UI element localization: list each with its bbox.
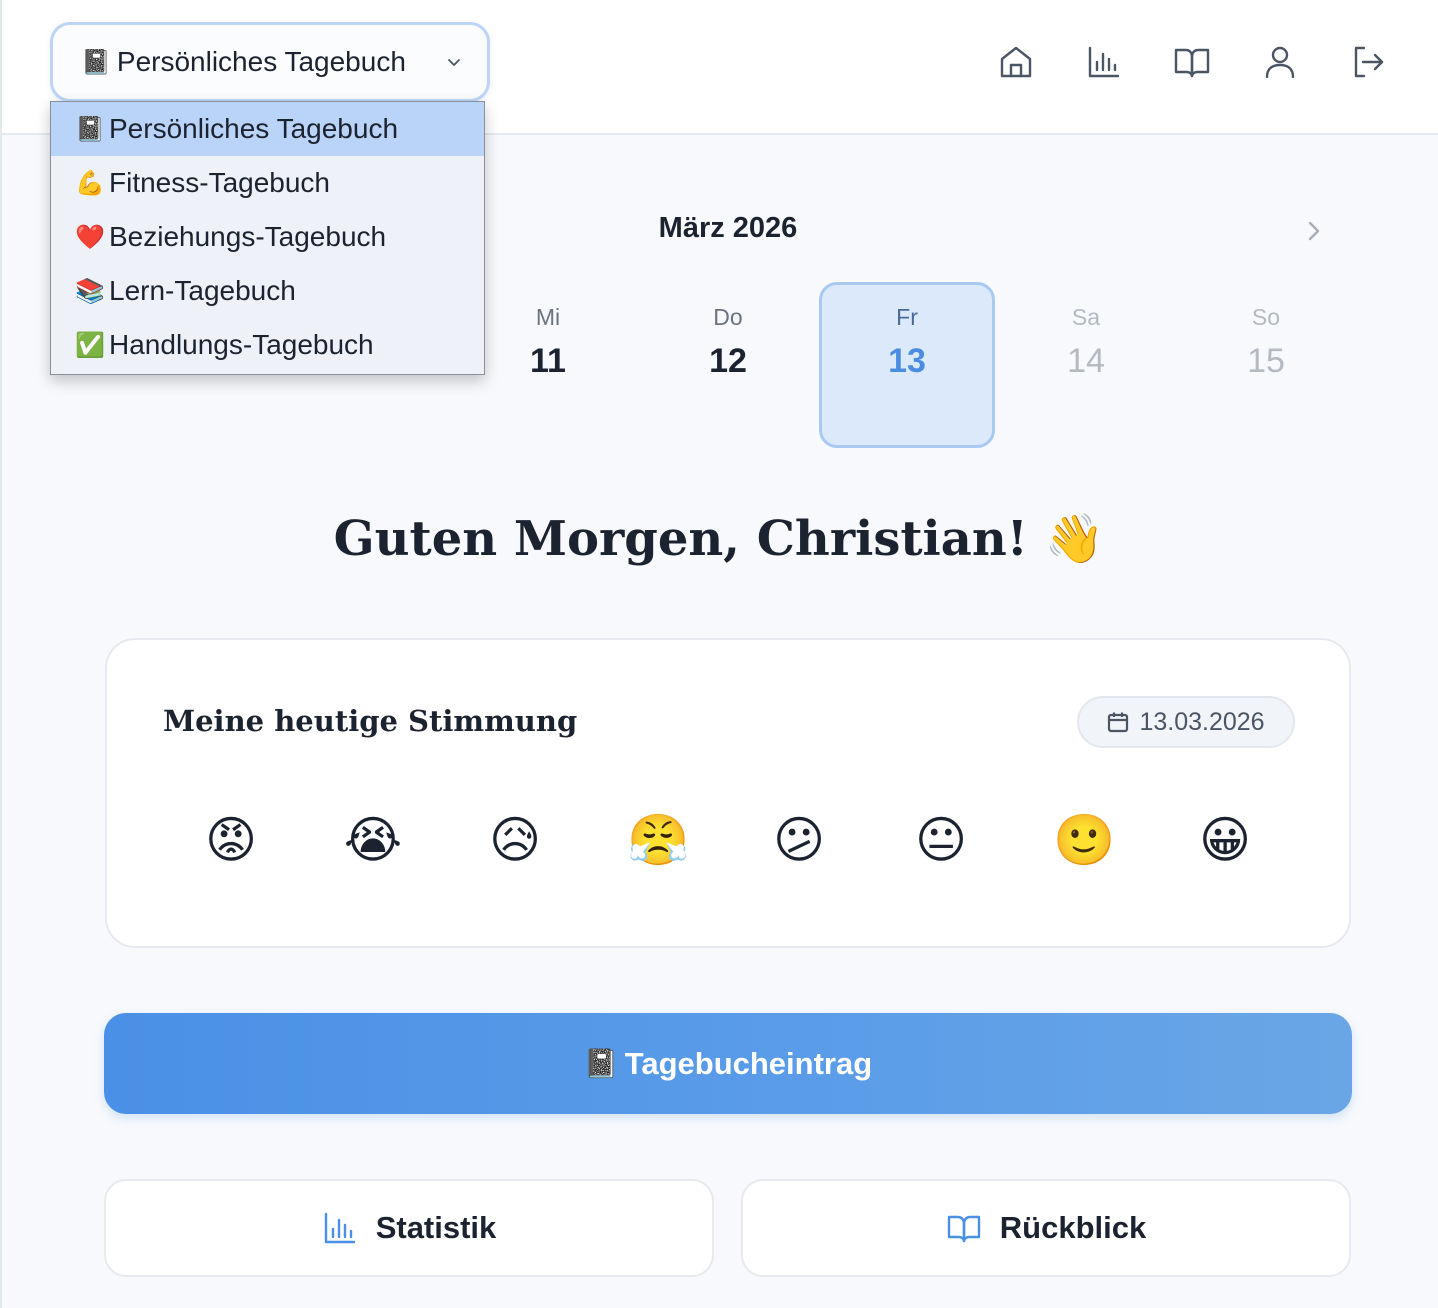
home-icon — [1000, 46, 1032, 78]
notebook-icon: 📓 — [81, 48, 111, 76]
day-wednesday[interactable]: Mi 11 — [460, 282, 636, 448]
books-icon: 📚 — [75, 277, 105, 305]
main-nav — [994, 40, 1390, 84]
mood-angry-icon[interactable]: 😡 — [201, 810, 261, 870]
next-month-button[interactable] — [1300, 215, 1328, 247]
day-number: 11 — [530, 342, 566, 380]
day-of-week: Mi — [535, 304, 561, 330]
day-number: 13 — [888, 342, 926, 380]
journal-dropdown: 📓 Persönliches Tagebuch 💪 Fitness-Tagebu… — [50, 101, 485, 375]
check-mark-icon: ✅ — [75, 331, 105, 359]
mood-content-icon[interactable]: 🙂 — [1053, 810, 1115, 870]
greeting-heading: Guten Morgen, Christian! 👋 — [333, 511, 1105, 567]
nav-statistics[interactable] — [1082, 40, 1126, 84]
statistics-label: Statistik — [375, 1210, 497, 1245]
chevron-down-icon — [448, 59, 460, 66]
mood-options: 😡 😭 😥 😤 😕 😐 🙂 😀 — [201, 810, 1255, 870]
month-title: März 2026 — [658, 212, 798, 244]
mood-sad-icon[interactable]: 😥 — [485, 810, 545, 870]
day-friday-selected[interactable]: Fr 13 — [819, 282, 995, 448]
journal-select-label: Persönliches Tagebuch — [116, 46, 406, 77]
bar-chart-icon — [324, 1212, 355, 1244]
user-icon — [1265, 46, 1295, 79]
flexed-biceps-icon: 💪 — [75, 169, 105, 197]
nav-home[interactable] — [994, 40, 1038, 84]
day-of-week: Sa — [1071, 304, 1101, 330]
day-thursday[interactable]: Do 12 — [640, 282, 816, 448]
dropdown-item-label: Fitness-Tagebuch — [109, 167, 331, 198]
mood-neutral-icon[interactable]: 😐 — [911, 810, 971, 870]
dropdown-item-learning[interactable]: 📚 Lern-Tagebuch — [51, 264, 484, 318]
mood-card-title: Meine heutige Stimmung — [163, 704, 578, 738]
mood-date-picker[interactable]: 13.03.2026 — [1077, 696, 1295, 748]
dropdown-item-fitness[interactable]: 💪 Fitness-Tagebuch — [51, 156, 484, 210]
day-number: 12 — [709, 342, 747, 380]
statistics-button[interactable]: Statistik — [104, 1179, 714, 1277]
dropdown-item-relationship[interactable]: ❤️ Beziehungs-Tagebuch — [51, 210, 484, 264]
logout-icon — [1354, 46, 1384, 78]
day-number: 14 — [1067, 342, 1105, 380]
mood-confused-icon[interactable]: 😕 — [769, 810, 829, 870]
mood-date: 13.03.2026 — [1139, 707, 1265, 736]
dropdown-item-action[interactable]: ✅ Handlungs-Tagebuch — [51, 318, 484, 372]
review-button[interactable]: Rückblick — [741, 1179, 1351, 1277]
dropdown-item-personal[interactable]: 📓 Persönliches Tagebuch — [51, 102, 484, 156]
dropdown-item-label: Persönliches Tagebuch — [109, 113, 399, 144]
journal-entry-label: Tagebucheintrag — [624, 1045, 873, 1081]
day-number: 15 — [1247, 342, 1285, 380]
calendar-icon — [1108, 712, 1129, 733]
book-open-icon — [947, 1215, 980, 1243]
dropdown-item-label: Beziehungs-Tagebuch — [109, 221, 387, 252]
bar-chart-icon — [1088, 46, 1120, 78]
mood-card: Meine heutige Stimmung 13.03.2026 😡 😭 😥 … — [105, 638, 1351, 948]
day-of-week: Fr — [896, 304, 918, 330]
notebook-icon: 📓 — [75, 115, 105, 143]
chevron-right-icon — [1308, 221, 1320, 241]
review-label: Rückblick — [999, 1210, 1147, 1245]
heart-icon: ❤️ — [75, 223, 105, 251]
day-of-week: So — [1251, 304, 1281, 330]
day-sunday[interactable]: So 15 — [1178, 282, 1354, 448]
dropdown-item-label: Lern-Tagebuch — [109, 275, 296, 306]
day-saturday[interactable]: Sa 14 — [998, 282, 1174, 448]
nav-logout[interactable] — [1346, 40, 1390, 84]
nav-review[interactable] — [1170, 40, 1214, 84]
book-open-icon — [1174, 48, 1210, 78]
journal-entry-button[interactable]: 📓 Tagebucheintrag — [104, 1013, 1352, 1114]
mood-crying-icon[interactable]: 😭 — [343, 810, 403, 870]
mood-happy-icon[interactable]: 😀 — [1195, 810, 1255, 870]
dropdown-item-label: Handlungs-Tagebuch — [109, 329, 374, 360]
nav-profile[interactable] — [1258, 40, 1302, 84]
notebook-icon: 📓 — [583, 1048, 619, 1079]
mood-frustrated-icon[interactable]: 😤 — [627, 810, 689, 870]
journal-select[interactable]: 📓 Persönliches Tagebuch — [50, 22, 490, 102]
day-of-week: Do — [713, 304, 743, 330]
